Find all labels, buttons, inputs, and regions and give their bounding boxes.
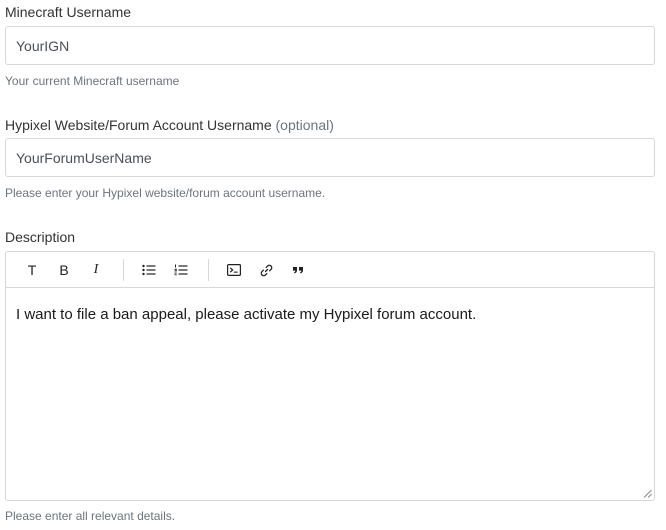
italic-button[interactable]: I bbox=[87, 261, 105, 279]
code-block-button[interactable] bbox=[225, 261, 243, 279]
description-label: Description bbox=[5, 227, 75, 247]
bulleted-list-button[interactable] bbox=[140, 261, 158, 279]
forum-username-label-text: Hypixel Website/Forum Account Username bbox=[5, 117, 272, 133]
optional-marker: (optional) bbox=[275, 117, 334, 133]
resize-handle-icon[interactable] bbox=[643, 489, 652, 498]
description-text[interactable]: I want to file a ban appeal, please acti… bbox=[16, 305, 644, 325]
description-help: Please enter all relevant details. bbox=[5, 509, 176, 523]
toolbar-separator bbox=[123, 259, 124, 281]
italic-icon: I bbox=[93, 262, 99, 277]
text-style-icon: T bbox=[27, 262, 37, 278]
minecraft-username-help: Your current Minecraft username bbox=[5, 74, 180, 88]
numbered-list-button[interactable] bbox=[172, 261, 190, 279]
bold-icon: B bbox=[59, 262, 69, 278]
minecraft-username-label: Minecraft Username bbox=[5, 2, 131, 22]
link-icon bbox=[260, 264, 272, 276]
appeal-form: Minecraft Username Your current Minecraf… bbox=[0, 0, 666, 530]
description-editor[interactable]: T B I I want to file a ban appeal, pleas… bbox=[5, 251, 655, 501]
minecraft-username-input[interactable] bbox=[5, 26, 655, 65]
bold-button[interactable]: B bbox=[55, 261, 73, 279]
forum-username-help: Please enter your Hypixel website/forum … bbox=[5, 186, 326, 200]
code-block-icon bbox=[227, 264, 241, 276]
link-button[interactable] bbox=[257, 261, 275, 279]
toolbar-separator bbox=[208, 259, 209, 281]
minecraft-username-label-text: Minecraft Username bbox=[5, 4, 132, 20]
numbered-list-icon bbox=[174, 264, 188, 276]
quote-button[interactable] bbox=[289, 261, 307, 279]
editor-toolbar: T B I bbox=[6, 252, 654, 288]
forum-username-label: Hypixel Website/Forum Account Username (… bbox=[5, 115, 334, 135]
description-label-text: Description bbox=[5, 229, 76, 245]
quote-icon bbox=[293, 267, 303, 274]
forum-username-input[interactable] bbox=[5, 138, 655, 177]
bulleted-list-icon bbox=[142, 264, 156, 276]
text-style-button[interactable]: T bbox=[23, 261, 41, 279]
